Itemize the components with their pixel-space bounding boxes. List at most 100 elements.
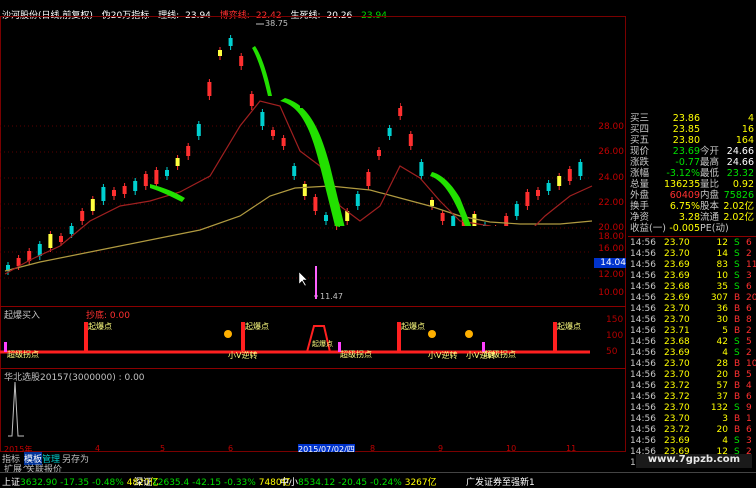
tick-volume: 30 [716, 315, 728, 325]
tick-count: 1 [746, 414, 752, 424]
tick-row[interactable]: 14:56 23.70 30 B 8 [628, 315, 756, 326]
tick-price: 23.69 [664, 260, 690, 270]
tick-time: 14:56 [630, 370, 656, 380]
tick-price: 23.71 [664, 326, 690, 336]
tick-row[interactable]: 14:56 23.72 20 B 6 [628, 425, 756, 436]
panel2-title[interactable]: 起爆买入 [4, 308, 40, 321]
quote-label: 外盘 [630, 190, 650, 201]
tick-side: B [734, 304, 741, 314]
tick-count: 6 [746, 425, 752, 435]
tick-row[interactable]: 14:56 23.70 132 S 9 [628, 403, 756, 414]
tick-count: 20 [746, 293, 756, 303]
quote-label: 涨幅 [630, 168, 650, 179]
quote-separator [628, 236, 756, 237]
index-zx[interactable]: 中小8534.12 -20.45 -0.24% 3267亿 [280, 475, 437, 488]
tick-count: 10 [746, 359, 756, 369]
tick-row[interactable]: 14:56 23.72 37 B 6 [628, 392, 756, 403]
tick-count: 2 [746, 348, 752, 358]
tick-side: B [734, 414, 741, 424]
tick-count: 6 [746, 238, 752, 248]
quote-label2: 股本 [700, 201, 720, 212]
broker-name: 广发证券至强新1 [466, 478, 535, 488]
tick-time: 14:56 [630, 392, 656, 402]
tick-side: S [734, 348, 740, 358]
tick-side: S [734, 238, 740, 248]
tick-row[interactable]: 14:56 23.71 5 B 2 [628, 326, 756, 337]
tick-price: 23.70 [664, 249, 690, 259]
tick-side: S [734, 337, 740, 347]
tick-time: 14:56 [630, 238, 656, 248]
watermark: www.7gpzb.com [636, 454, 752, 468]
tick-side: S [734, 436, 740, 446]
quote-value: 60409 [669, 190, 700, 201]
label-v-reversal: 小V逆转 [428, 351, 458, 360]
tick-time: 14:56 [630, 304, 656, 314]
price-axis-label: 12.00 [598, 270, 624, 280]
tick-row[interactable]: 14:56 23.70 12 S 6 [628, 238, 756, 249]
tick-row[interactable]: 14:56 23.69 307 B 20 [628, 293, 756, 304]
panel-separator [0, 368, 626, 369]
label-v-reversal: 小V逆转 [228, 351, 258, 360]
panel2-axis-label: 150 [606, 315, 624, 325]
tick-volume: 28 [716, 359, 728, 369]
panel2-axis-label: 100 [606, 331, 624, 341]
tick-row[interactable]: 14:56 23.68 35 S 6 [628, 282, 756, 293]
quote-value2: 24.66 [726, 157, 754, 168]
quote-row: 总量 136235 量比 0.92 [628, 179, 756, 190]
quote-label: 买四 [630, 124, 650, 135]
tick-volume: 57 [716, 381, 728, 391]
tick-side: B [734, 359, 741, 369]
tick-count: 8 [746, 315, 752, 325]
panel3-title[interactable]: 华北选股20157(3000000) : 0.00 [4, 370, 145, 383]
quote-value: 23.69 [672, 146, 700, 157]
tick-price: 23.70 [664, 414, 690, 424]
quote-label: 买三 [630, 113, 650, 124]
tick-time: 14:56 [630, 414, 656, 424]
tick-row[interactable]: 14:56 23.70 36 B 6 [628, 304, 756, 315]
tick-row[interactable]: 14:56 23.70 20 B 5 [628, 370, 756, 381]
tick-count: 6 [746, 392, 752, 402]
tick-time: 14:56 [630, 260, 656, 270]
tick-side: B [734, 315, 741, 325]
tick-side: S [734, 260, 740, 270]
kline-chart[interactable]: 38.75 11.47 [0, 16, 626, 452]
tick-count: 2 [746, 326, 752, 336]
quote-row: 现价 23.69 今开 24.66 [628, 146, 756, 157]
quote-row: 换手 6.75% 股本 2.02亿 [628, 201, 756, 212]
tick-time: 14:56 [630, 381, 656, 391]
quote-value2: 2.02亿 [723, 212, 754, 223]
tick-time: 14:56 [630, 425, 656, 435]
tick-row[interactable]: 14:56 23.70 28 B 10 [628, 359, 756, 370]
quote-value: 3.28 [678, 212, 700, 223]
tick-row[interactable]: 14:56 23.69 4 S 2 [628, 348, 756, 359]
tick-row[interactable]: 14:56 23.69 83 S 11 [628, 260, 756, 271]
label-qibao: 起爆点 [88, 322, 112, 331]
tick-volume: 35 [716, 282, 728, 292]
quote-value2: 4 [747, 113, 754, 124]
tick-price: 23.70 [664, 315, 690, 325]
tick-time: 14:56 [630, 282, 656, 292]
quote-label: 净资 [630, 212, 650, 223]
tick-row[interactable]: 14:56 23.72 57 B 4 [628, 381, 756, 392]
index-sz[interactable]: 深证12635.4 -42.15 -0.33% 7480亿 [134, 475, 291, 488]
tick-row[interactable]: 14:56 23.70 14 S 2 [628, 249, 756, 260]
tick-price: 23.72 [664, 381, 690, 391]
tick-count: 6 [746, 304, 752, 314]
tick-side: B [734, 293, 741, 303]
label-qibao: 起爆点 [245, 322, 269, 331]
tick-row[interactable]: 14:56 23.68 42 S 5 [628, 337, 756, 348]
tick-count: 6 [746, 282, 752, 292]
quote-label2: PE(动) [700, 223, 729, 234]
tick-side: B [734, 392, 741, 402]
tick-row[interactable]: 14:56 23.70 3 B 1 [628, 414, 756, 425]
tick-row[interactable]: 14:56 23.69 4 S 3 [628, 436, 756, 447]
tick-row[interactable]: 14:56 23.69 10 S 3 [628, 271, 756, 282]
tick-volume: 307 [710, 293, 728, 303]
panel2-subtitle: 抄底: 0.00 [86, 311, 130, 321]
tick-price: 23.68 [664, 337, 690, 347]
tick-price: 23.68 [664, 282, 690, 292]
quote-row: 买五 23.80 164 [628, 135, 756, 146]
label-guaidian: 超级拐点 [340, 350, 372, 359]
quote-value: 23.85 [672, 124, 700, 135]
price-axis-label: 18.00 [598, 232, 624, 242]
